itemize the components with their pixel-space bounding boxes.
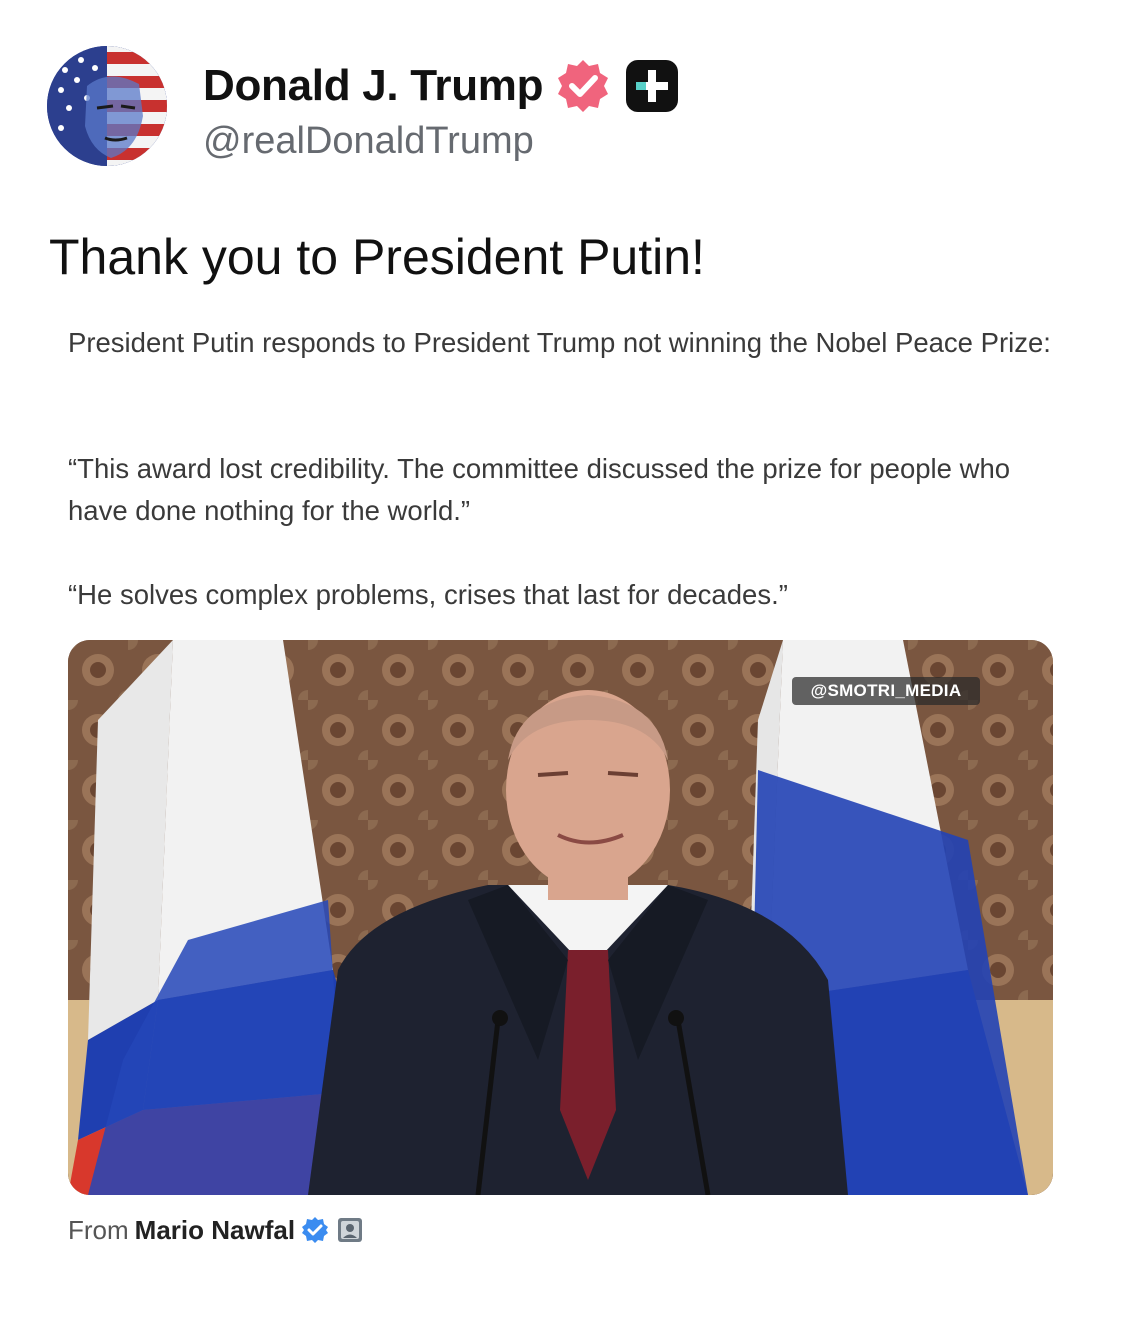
flag-portrait-icon — [47, 46, 167, 166]
author-display-name[interactable]: Donald J. Trump — [203, 61, 544, 111]
blue-verified-icon — [301, 1216, 329, 1244]
author-handle[interactable]: @realDonaldTrump — [203, 120, 534, 163]
verified-badge-icon — [555, 58, 611, 114]
post-text: Thank you to President Putin! — [49, 229, 705, 285]
speaker-scene-image — [68, 640, 1053, 1195]
plus-badge-icon — [625, 59, 679, 113]
author-avatar[interactable] — [47, 46, 167, 166]
media-watermark: @SMOTRI_MEDIA — [792, 677, 980, 705]
post-header: Donald J. Trump @realDonaldTrump — [47, 46, 1047, 168]
source-attribution: From Mario Nawfal — [68, 1210, 363, 1250]
quoted-paragraph: “He solves complex problems, crises that… — [68, 579, 788, 610]
quoted-paragraph: President Putin responds to President Tr… — [68, 327, 1051, 358]
attribution-name[interactable]: Mario Nawfal — [135, 1215, 295, 1246]
video-thumbnail[interactable] — [68, 640, 1053, 1195]
quoted-paragraph: “This award lost credibility. The commit… — [68, 453, 1011, 526]
attribution-avatar-icon — [337, 1217, 363, 1243]
attribution-prefix: From — [68, 1214, 129, 1245]
author-name-row: Donald J. Trump — [203, 58, 679, 114]
